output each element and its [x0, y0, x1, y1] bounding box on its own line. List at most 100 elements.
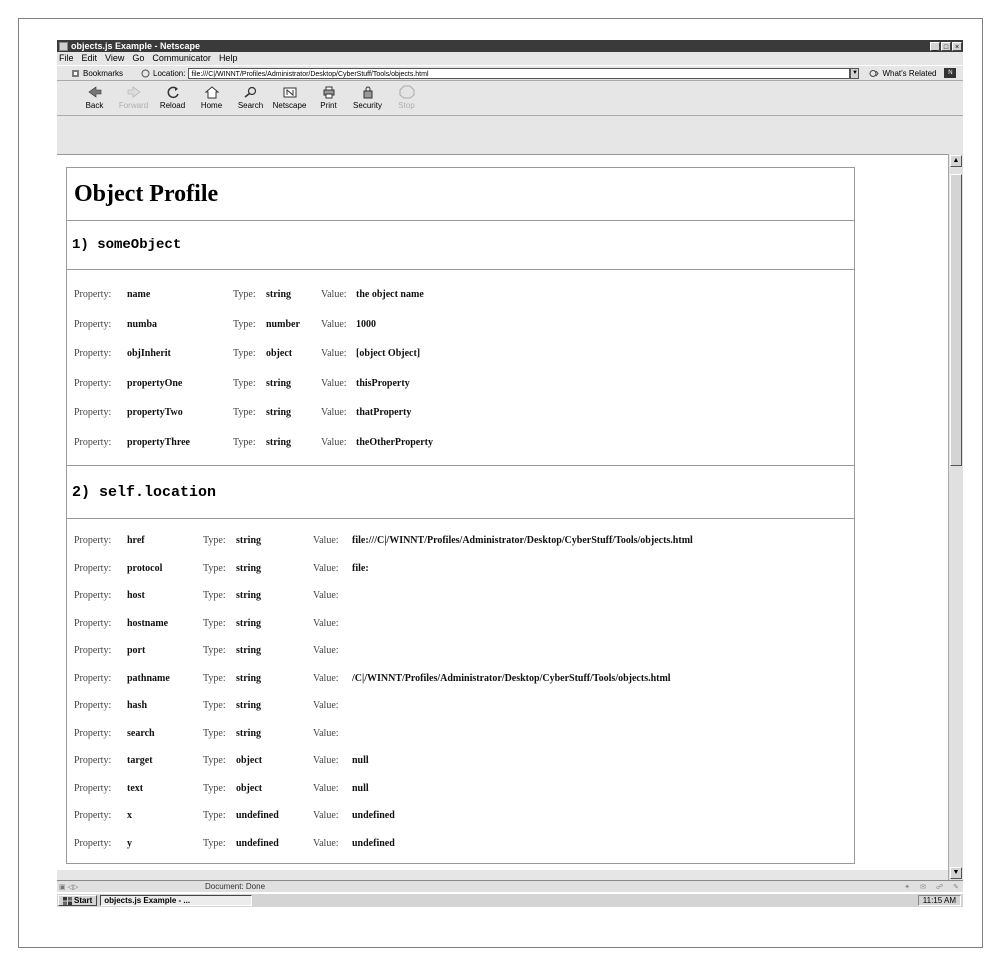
value-label: Value:	[313, 700, 339, 712]
mail-icon[interactable]: ✉	[920, 883, 926, 891]
property-type: string	[236, 617, 261, 629]
netscape-button[interactable]: Netscape	[270, 82, 309, 110]
scrollbar-thumb[interactable]	[950, 174, 962, 466]
scroll-down-arrow-icon[interactable]: ▼	[950, 867, 962, 879]
discussion-icon[interactable]: ☍	[936, 883, 943, 891]
menu-help[interactable]: Help	[219, 52, 238, 64]
menu-communicator[interactable]: Communicator	[152, 52, 211, 64]
whats-related-button[interactable]: What's Related	[869, 69, 936, 78]
start-button[interactable]: Start	[58, 895, 98, 906]
security-button[interactable]: Security	[348, 82, 387, 110]
bookmarks-icon	[72, 69, 79, 77]
window-title-bar[interactable]: objects.js Example - Netscape _ □ ×	[57, 40, 963, 52]
security-icon	[359, 84, 377, 100]
whats-related-icon	[869, 69, 880, 77]
value-label: Value:	[313, 562, 339, 574]
property-name: numba	[127, 318, 158, 330]
type-label: Type:	[233, 377, 256, 389]
type-label: Type:	[203, 562, 226, 574]
forward-icon	[125, 84, 143, 100]
type-label: Type:	[203, 590, 226, 602]
location-url-field[interactable]: file:///C|/WINNT/Profiles/Administrator/…	[188, 67, 851, 79]
type-label: Type:	[233, 348, 256, 360]
type-label: Type:	[203, 837, 226, 849]
minimize-button[interactable]: _	[930, 41, 940, 51]
scroll-up-arrow-icon[interactable]: ▲	[950, 155, 962, 167]
value-label: Value:	[313, 810, 339, 822]
property-label: Property:	[74, 837, 112, 849]
property-label: Property:	[74, 810, 112, 822]
property-name: propertyTwo	[127, 407, 183, 419]
print-button[interactable]: Print	[309, 82, 348, 110]
reload-button[interactable]: Reload	[153, 82, 192, 110]
close-button[interactable]: ×	[952, 41, 962, 51]
property-value: thatProperty	[356, 407, 412, 419]
property-label: Property:	[74, 318, 112, 330]
value-label: Value:	[313, 727, 339, 739]
type-label: Type:	[203, 755, 226, 767]
search-button[interactable]: Search	[231, 82, 270, 110]
property-type: string	[236, 672, 261, 684]
print-label: Print	[320, 101, 337, 110]
maximize-button[interactable]: □	[941, 41, 951, 51]
taskbar-window-button[interactable]: objects.js Example - ...	[100, 895, 253, 906]
back-icon	[86, 84, 104, 100]
property-type: string	[236, 590, 261, 602]
property-name: propertyOne	[127, 377, 183, 389]
system-clock: 11:15 AM	[917, 895, 961, 906]
property-value: undefined	[352, 810, 395, 822]
navigator-icon[interactable]: ✦	[904, 883, 910, 891]
value-label: Value:	[313, 672, 339, 684]
menu-go[interactable]: Go	[132, 52, 144, 64]
property-value: [object Object]	[356, 348, 421, 360]
property-type: string	[236, 535, 261, 547]
value-label: Value:	[313, 755, 339, 767]
browser-chrome: File Edit View Go Communicator Help Book…	[57, 52, 963, 154]
property-label: Property:	[74, 436, 112, 448]
vertical-scrollbar[interactable]: ▲ ▼	[948, 154, 963, 880]
page-title: Object Profile	[74, 180, 219, 207]
property-row: Property: name Type: string Value: the object…	[67, 280, 854, 310]
bookmarks-button[interactable]: Bookmarks	[71, 69, 137, 78]
property-type: string	[266, 289, 291, 301]
property-type: object	[236, 755, 263, 767]
value-label: Value:	[313, 590, 339, 602]
composer-icon[interactable]: ✎	[953, 883, 959, 891]
location-dropdown-button[interactable]: ▼	[850, 67, 860, 79]
value-label: Value:	[321, 348, 347, 360]
type-label: Type:	[203, 727, 226, 739]
menu-view[interactable]: View	[105, 52, 124, 64]
property-name: propertyThree	[127, 436, 190, 448]
whats-related-label: What's Related	[882, 68, 937, 78]
stop-button[interactable]: Stop	[387, 82, 426, 110]
page-viewport: Object Profile 1) someObject Property: na…	[57, 154, 948, 870]
stop-label: Stop	[398, 101, 415, 110]
page-heading-cell: Object Profile	[67, 168, 854, 221]
menu-file[interactable]: File	[59, 52, 74, 64]
property-type: object	[236, 782, 263, 794]
property-label: Property:	[74, 289, 112, 301]
property-value: file:///C|/WINNT/Profiles/Administrator/…	[352, 535, 693, 547]
property-row: Property: pathname Type: string Value: /C|/WI…	[67, 665, 854, 693]
property-name: hash	[127, 700, 148, 712]
property-row: Property: y Type: undefined Value: undefined	[67, 830, 854, 858]
home-button[interactable]: Home	[192, 82, 231, 110]
back-button[interactable]: Back	[75, 82, 114, 110]
value-label: Value:	[321, 436, 347, 448]
property-label: Property:	[74, 645, 112, 657]
forward-button[interactable]: Forward	[114, 82, 153, 110]
property-value: undefined	[352, 837, 395, 849]
property-row: Property: protocol Type: string Value: file:	[67, 555, 854, 583]
type-label: Type:	[203, 782, 226, 794]
property-row: Property: propertyThree Type: string Value: t…	[67, 428, 854, 458]
location-icon	[141, 69, 150, 77]
menu-edit[interactable]: Edit	[82, 52, 98, 64]
security-lock-icon[interactable]: ▣ ◁▷	[57, 883, 105, 891]
property-name: y	[127, 837, 132, 849]
status-bar: ▣ ◁▷ Document: Done ✦ ✉ ☍ ✎	[57, 880, 963, 892]
value-label: Value:	[321, 407, 347, 419]
property-value: theOtherProperty	[356, 436, 434, 448]
property-value: null	[352, 782, 369, 794]
type-label: Type:	[203, 672, 226, 684]
property-row: Property: hostname Type: string Value:	[67, 610, 854, 638]
